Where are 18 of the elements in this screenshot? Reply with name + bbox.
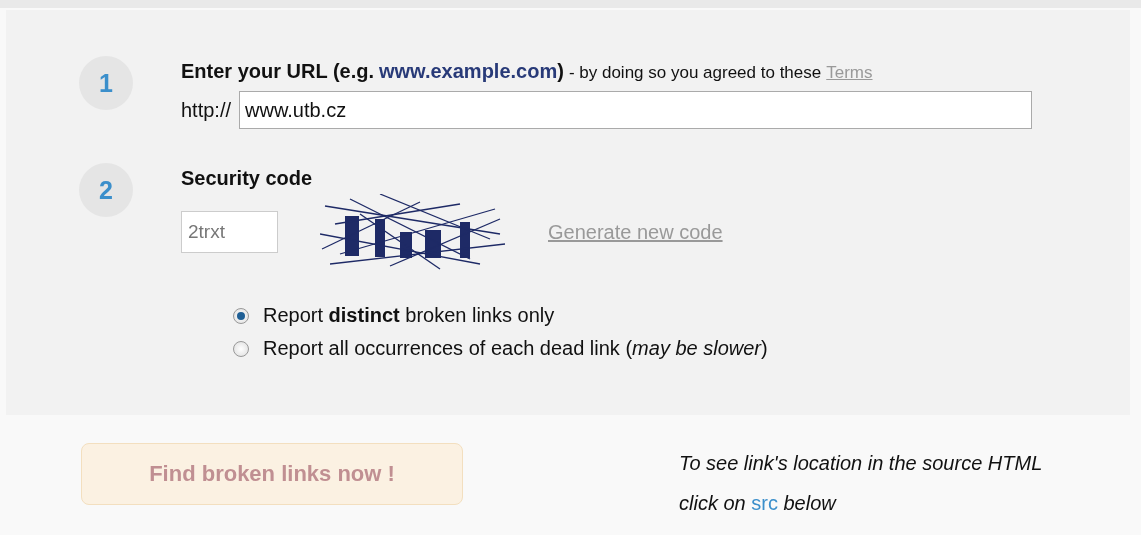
radio-button[interactable] [233, 307, 249, 324]
example-url: www.example.com [379, 60, 558, 83]
url-prefix: http:// [181, 98, 232, 122]
option-label: Report distinct broken links only [263, 304, 555, 327]
closing-paren: ) [557, 60, 564, 83]
step-number: 1 [79, 56, 133, 110]
src-link[interactable]: src [751, 492, 778, 514]
step-number: 2 [79, 163, 133, 217]
hint-text: To see link's location in the source HTML click on src below [679, 451, 1043, 516]
generate-code-link[interactable]: Generate new code [548, 220, 723, 244]
terms-link[interactable]: Terms [826, 63, 873, 83]
option-label: Report all occurrences of each dead link (may be slower) [263, 337, 768, 360]
step-heading: Enter your URL (e.g. [181, 60, 374, 83]
radio-button[interactable] [233, 340, 249, 357]
url-field[interactable]: www.utb.cz [239, 91, 1033, 129]
code-field[interactable]: 2trxt [181, 211, 278, 253]
terms-note: - by doing so you agreed to these [568, 63, 822, 83]
step-heading: Security code [181, 167, 314, 190]
